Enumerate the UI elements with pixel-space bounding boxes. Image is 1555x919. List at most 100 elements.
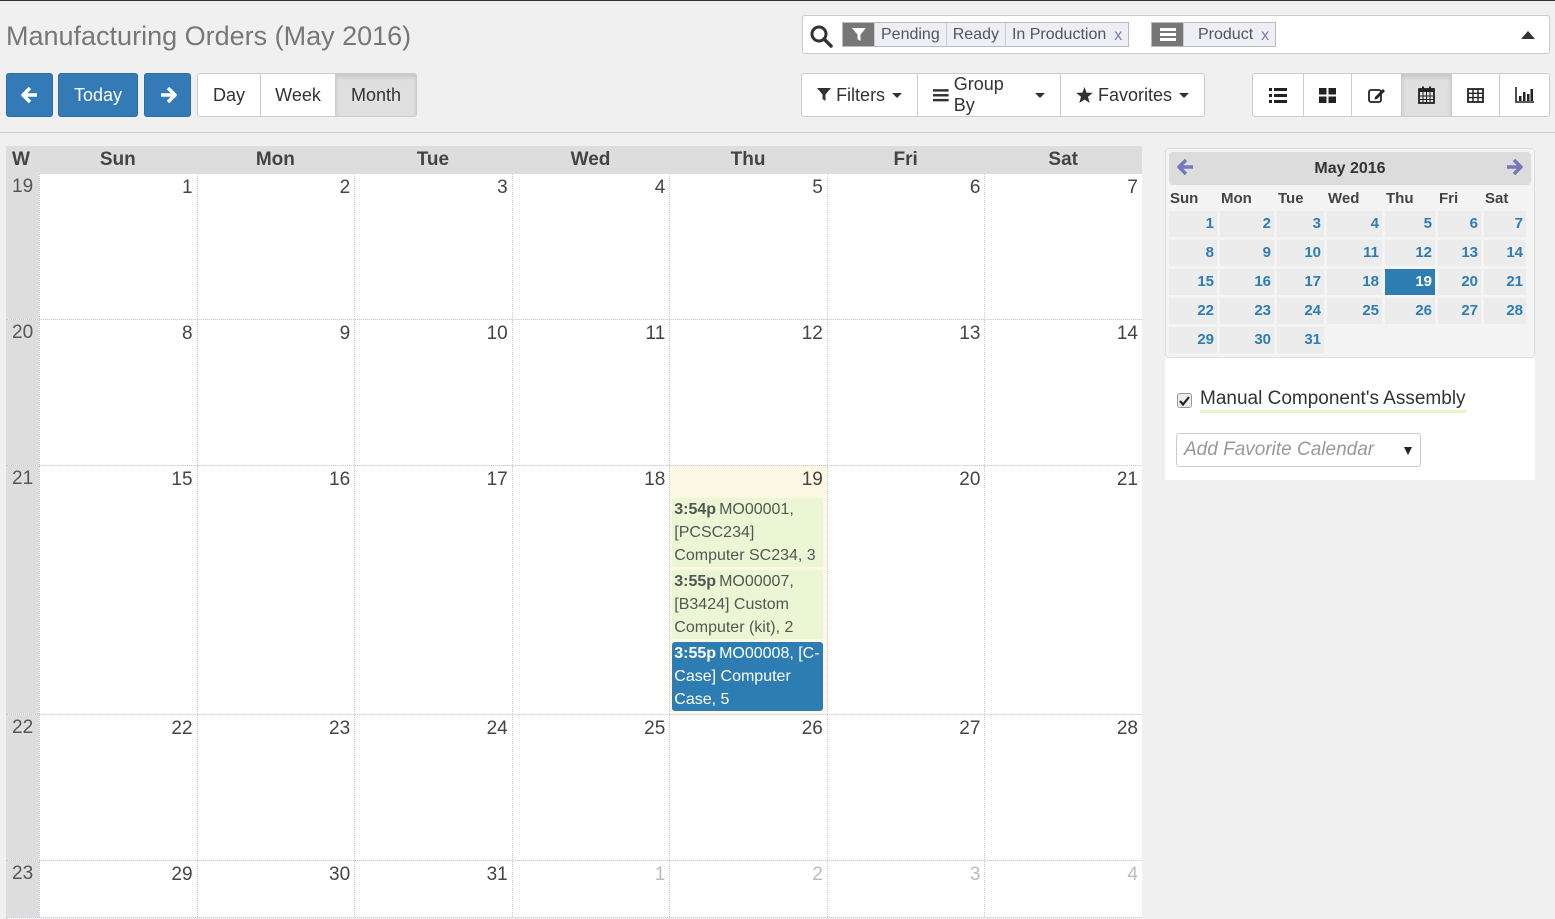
day-cell[interactable]: 1 [39, 174, 197, 319]
day-cell[interactable]: 18 [511, 466, 670, 714]
event-time: 3:55p [674, 645, 717, 662]
day-cell[interactable]: 6 [826, 174, 985, 319]
mini-prev-month-icon[interactable] [1177, 158, 1195, 176]
mini-day[interactable]: 30 [1220, 327, 1274, 353]
search-facet-groupby[interactable]: Product x [1151, 22, 1277, 47]
mini-day[interactable]: 13 [1438, 240, 1481, 266]
day-cell[interactable]: 3 [354, 174, 512, 319]
calendar-filter-item[interactable]: Manual Component's Assembly [1177, 388, 1466, 413]
day-cell[interactable]: 22 [39, 715, 197, 860]
mini-day[interactable]: 22 [1169, 298, 1217, 324]
day-cell[interactable]: 19 3:54p MO00001, [PCSC234] Computer SC234… [669, 466, 827, 714]
mini-day[interactable]: 19 [1385, 269, 1435, 295]
facet-remove-button[interactable]: x [1261, 23, 1276, 46]
mini-day[interactable]: 25 [1327, 298, 1382, 324]
mini-day[interactable]: 16 [1220, 269, 1274, 295]
calendar-event[interactable]: 3:55p MO00008, [C-Case] Computer Case, 5 [672, 642, 823, 711]
calendar-event[interactable]: 3:55p MO00007, [B3424] Custom Computer (k… [672, 570, 823, 639]
day-cell[interactable]: 4 [984, 861, 1142, 917]
today-button[interactable]: Today [58, 73, 138, 117]
day-cell[interactable]: 30 [196, 861, 355, 917]
mini-day[interactable]: 29 [1169, 327, 1217, 353]
scale-week-button[interactable]: Week [260, 74, 335, 116]
mini-day[interactable]: 2 [1220, 211, 1274, 237]
next-button[interactable] [144, 73, 191, 117]
day-cell[interactable]: 15 [39, 466, 197, 714]
mini-day[interactable]: 8 [1169, 240, 1217, 266]
day-cell[interactable]: 1 [511, 861, 670, 917]
scale-month-button[interactable]: Month [335, 74, 416, 116]
mini-day[interactable]: 6 [1438, 211, 1481, 237]
mini-day[interactable]: 18 [1327, 269, 1382, 295]
day-cell[interactable]: 17 [354, 466, 512, 714]
kanban-view-button[interactable] [1302, 74, 1352, 116]
day-cell[interactable]: 2 [196, 174, 355, 319]
day-cell[interactable]: 5 [669, 174, 827, 319]
caret-up-icon[interactable] [1521, 28, 1535, 40]
day-cell[interactable]: 10 [354, 320, 512, 465]
day-cell[interactable]: 31 [354, 861, 512, 917]
mini-day[interactable]: 31 [1277, 327, 1324, 353]
calendar-view-button[interactable] [1401, 74, 1451, 116]
list-view-button[interactable] [1253, 74, 1303, 116]
facet-remove-button[interactable]: x [1114, 23, 1129, 46]
mini-day[interactable]: 3 [1277, 211, 1324, 237]
day-cell[interactable]: 4 [511, 174, 670, 319]
mini-day[interactable]: 4 [1327, 211, 1382, 237]
mini-day[interactable]: 21 [1484, 269, 1526, 295]
day-cell[interactable]: 28 [984, 715, 1142, 860]
day-cell[interactable]: 13 [826, 320, 985, 465]
day-cell[interactable]: 11 [511, 320, 670, 465]
mini-day[interactable]: 12 [1385, 240, 1435, 266]
mini-day[interactable]: 15 [1169, 269, 1217, 295]
mini-day[interactable]: 9 [1220, 240, 1274, 266]
mini-day[interactable]: 20 [1438, 269, 1481, 295]
calendar-filter-checkbox[interactable] [1177, 393, 1192, 408]
day-number: 3 [969, 864, 981, 885]
graph-view-button[interactable] [1499, 74, 1549, 116]
day-cell[interactable]: 26 [669, 715, 827, 860]
day-cell[interactable]: 7 [984, 174, 1142, 319]
mini-day[interactable]: 23 [1220, 298, 1274, 324]
day-cell[interactable]: 25 [511, 715, 670, 860]
mini-day[interactable]: 24 [1277, 298, 1324, 324]
search-icon[interactable] [809, 24, 833, 48]
mini-next-month-icon[interactable] [1505, 158, 1523, 176]
day-cell[interactable]: 29 [39, 861, 197, 917]
mini-day[interactable]: 26 [1385, 298, 1435, 324]
day-cell[interactable]: 23 [196, 715, 355, 860]
mini-day[interactable]: 14 [1484, 240, 1526, 266]
mini-day[interactable]: 27 [1438, 298, 1481, 324]
mini-day[interactable]: 7 [1484, 211, 1526, 237]
day-cell[interactable]: 20 [826, 466, 985, 714]
day-number: 23 [329, 718, 351, 739]
day-cell[interactable]: 21 [984, 466, 1142, 714]
day-cell[interactable]: 2 [669, 861, 827, 917]
scale-day-button[interactable]: Day [198, 74, 260, 116]
day-cell[interactable]: 16 [196, 466, 355, 714]
day-cell[interactable]: 8 [39, 320, 197, 465]
day-cell[interactable]: 3 [826, 861, 985, 917]
mini-day[interactable]: 5 [1385, 211, 1435, 237]
day-cell[interactable]: 24 [354, 715, 512, 860]
day-cell[interactable]: 9 [196, 320, 355, 465]
group-by-dropdown[interactable]: Group By [917, 74, 1060, 116]
calendar-event[interactable]: 3:54p MO00001, [PCSC234] Computer SC234, … [672, 498, 823, 567]
mini-day[interactable]: 28 [1484, 298, 1526, 324]
mini-day[interactable]: 10 [1277, 240, 1324, 266]
day-cell[interactable]: 27 [826, 715, 985, 860]
day-cell[interactable]: 12 [669, 320, 827, 465]
mini-day[interactable]: 11 [1327, 240, 1382, 266]
favorites-dropdown[interactable]: Favorites [1060, 74, 1204, 116]
filters-dropdown[interactable]: Filters [802, 74, 917, 116]
search-facet-status[interactable]: Pending Ready In Production x [842, 22, 1130, 47]
pivot-view-button[interactable] [1450, 74, 1500, 116]
add-favorite-calendar-select[interactable]: Add Favorite Calendar [1176, 433, 1421, 467]
day-cell[interactable]: 14 [984, 320, 1142, 465]
mini-day[interactable]: 17 [1277, 269, 1324, 295]
search-bar[interactable]: Pending Ready In Production x Product x [802, 15, 1550, 54]
form-view-button[interactable] [1351, 74, 1401, 116]
weekday-header: Sat [1048, 149, 1078, 170]
mini-day[interactable]: 1 [1169, 211, 1217, 237]
previous-button[interactable] [6, 73, 53, 117]
